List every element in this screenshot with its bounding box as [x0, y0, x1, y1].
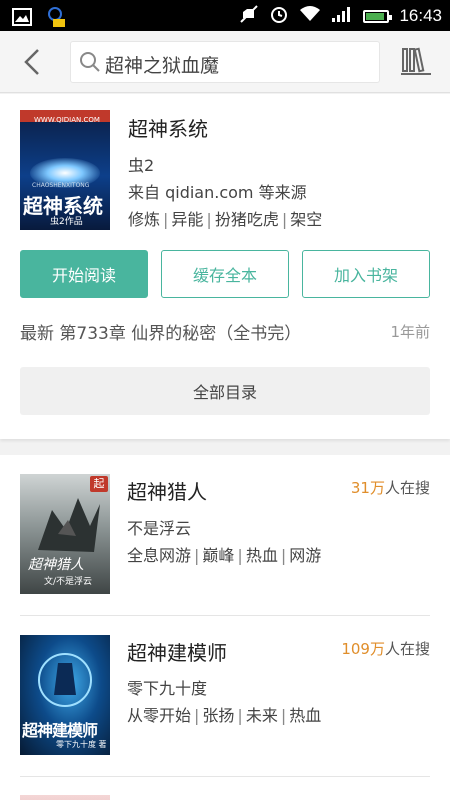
book-tags: 从零开始 | 张扬 | 未来 | 热血 [127, 706, 322, 725]
tag[interactable]: 异能 [171, 210, 203, 229]
figure-illustration [38, 653, 92, 707]
back-button[interactable] [18, 47, 48, 77]
book-tags: 全息网游 | 巅峰 | 热血 | 网游 [127, 546, 322, 565]
tag[interactable]: 扮猪吃虎 [215, 210, 279, 229]
tag: 热血 [289, 706, 322, 725]
search-input[interactable]: 超神之狱血魔 [70, 41, 380, 83]
book-cover: 起 超神猎人 文/不是浮云 [20, 474, 110, 594]
latest-chapter-time: 1年前 [390, 323, 430, 341]
cover-author: 零下九十度 著 [56, 740, 107, 749]
book-title: 超神建模师 [127, 641, 227, 665]
book-source: 来自 qidian.com 等来源 [128, 183, 307, 202]
clock: 16:43 [399, 6, 442, 25]
cover-subtitle: 虫2作品 [50, 217, 83, 227]
book-title: 超神猎人 [127, 480, 207, 504]
book-author[interactable]: 虫2 [128, 152, 154, 176]
list-item[interactable] [0, 777, 450, 800]
alarm-icon [269, 4, 289, 28]
cover-pinyin: CHAOSHENXITONG [32, 182, 90, 189]
cover-site: WWW.QIDIAN.COM [34, 116, 100, 124]
mute-icon [239, 4, 259, 28]
top-bar: 超神之狱血魔 [0, 31, 450, 93]
app-notification-icon [46, 6, 66, 32]
tag: 网游 [289, 546, 322, 565]
tag[interactable]: 修炼 [128, 210, 160, 229]
chevron-left-icon [24, 49, 39, 75]
cover-author: 文/不是浮云 [44, 577, 93, 587]
latest-chapter[interactable]: 最新 第733章 仙界的秘密（全书完） [20, 319, 301, 344]
table-of-contents-button[interactable]: 全部目录 [20, 367, 430, 415]
book-cover: 超神建模师 零下九十度 著 [20, 635, 110, 755]
cover-title: 超神猎人 [28, 557, 84, 573]
cache-all-button[interactable]: 缓存全本 [161, 250, 289, 298]
main-book-card: WWW.QIDIAN.COM CHAOSHENXITONG 超神系统 虫2作品 … [0, 94, 450, 439]
book-cover [20, 795, 110, 800]
tag: 全息网游 [127, 546, 192, 565]
tag: 从零开始 [127, 706, 192, 725]
search-icon [80, 52, 100, 72]
signal-icon [331, 5, 353, 27]
battery-icon [363, 9, 393, 23]
dragon-illustration [38, 498, 100, 552]
bookshelf-icon [401, 47, 431, 75]
list-item[interactable]: 起 超神猎人 文/不是浮云 超神猎人 31万人在搜 不是浮云 全息网游 | 巅峰 | 热… [0, 455, 450, 616]
book-author: 不是浮云 [127, 519, 192, 538]
tag: 未来 [245, 706, 278, 725]
list-item[interactable]: 超神建模师 零下九十度 著 超神建模师 109万人在搜 零下九十度 从零开始 | 张… [0, 616, 450, 777]
book-title: 超神系统 [128, 117, 208, 141]
book-tags: 修炼 | 异能 | 扮猪吃虎 | 架空 [128, 210, 323, 229]
tag[interactable]: 架空 [290, 210, 322, 229]
book-author: 零下九十度 [127, 679, 208, 698]
book-cover[interactable]: WWW.QIDIAN.COM CHAOSHENXITONG 超神系统 虫2作品 [20, 110, 110, 230]
tag: 张扬 [202, 706, 235, 725]
wifi-icon [299, 5, 321, 27]
search-query: 超神之狱血魔 [105, 55, 220, 77]
gallery-icon [12, 8, 32, 30]
add-to-shelf-button[interactable]: 加入书架 [302, 250, 430, 298]
start-reading-button[interactable]: 开始阅读 [20, 250, 148, 298]
bookshelf-button[interactable] [400, 45, 432, 77]
search-count: 109万人在搜 [341, 640, 430, 658]
tag: 热血 [245, 546, 278, 565]
tag: 巅峰 [202, 546, 235, 565]
cover-title: 超神建模师 [22, 721, 98, 740]
status-bar: 16:43 [0, 0, 450, 31]
search-count: 31万人在搜 [350, 479, 430, 497]
search-results-list: 起 超神猎人 文/不是浮云 超神猎人 31万人在搜 不是浮云 全息网游 | 巅峰 | 热… [0, 455, 450, 800]
